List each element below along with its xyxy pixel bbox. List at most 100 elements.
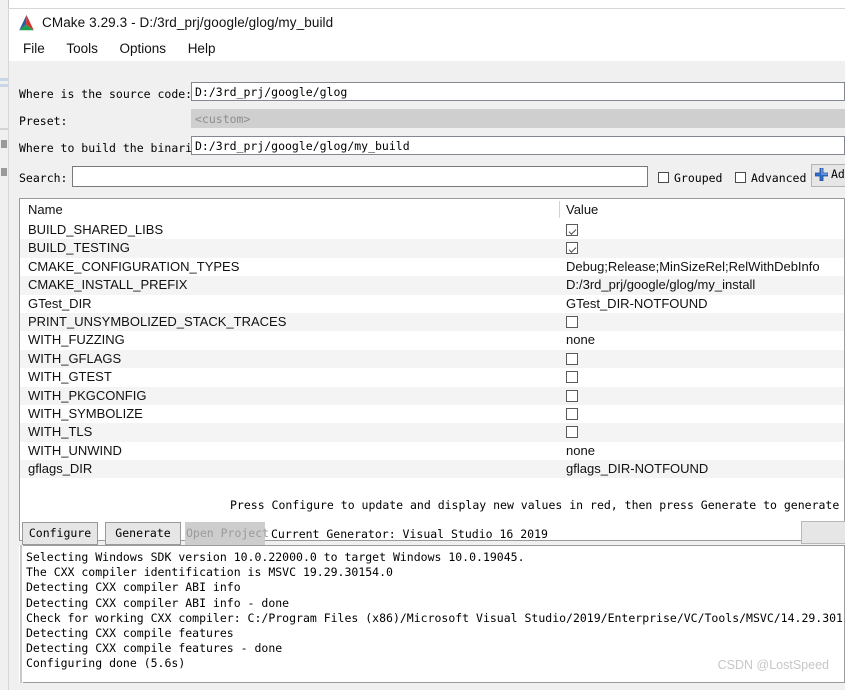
log-line: Selecting Windows SDK version 10.0.22000… xyxy=(26,550,525,564)
preset-select[interactable]: <custom> xyxy=(191,109,845,128)
table-row[interactable]: WITH_FUZZING none xyxy=(20,331,844,349)
table-row[interactable]: PRINT_UNSYMBOLIZED_STACK_TRACES xyxy=(20,312,844,332)
cache-entry-value[interactable] xyxy=(566,222,578,239)
table-body: BUILD_SHARED_LIBS BUILD_TESTING CMAKE_CONF… xyxy=(20,221,844,479)
cache-entry-value[interactable] xyxy=(566,406,578,423)
cache-entry-value[interactable] xyxy=(566,351,578,368)
table-row[interactable]: BUILD_TESTING xyxy=(20,239,844,258)
checkbox-checked-icon[interactable] xyxy=(566,242,578,255)
source-code-label: Where is the source code: xyxy=(19,87,193,101)
cache-entry-value[interactable]: none xyxy=(566,443,595,458)
table-row[interactable]: CMAKE_CONFIGURATION_TYPES Debug;Release;M… xyxy=(20,258,844,276)
table-row[interactable]: WITH_PKGCONFIG xyxy=(20,386,844,405)
table-row[interactable]: WITH_SYMBOLIZE xyxy=(20,405,844,423)
cache-entry-name: WITH_GTEST xyxy=(28,369,112,385)
advanced-checkbox[interactable]: Advanced xyxy=(735,171,806,185)
search-label: Search: xyxy=(19,171,68,185)
cache-entry-name: BUILD_TESTING xyxy=(28,240,130,256)
cache-entry-value[interactable] xyxy=(566,388,578,405)
log-line: Detecting CXX compile features - done xyxy=(26,641,283,656)
advanced-checkbox-box[interactable] xyxy=(735,172,746,183)
log-line: Detecting CXX compiler ABI info xyxy=(26,580,241,595)
log-line: Detecting CXX compile features xyxy=(26,626,234,641)
checkbox-unchecked-icon[interactable] xyxy=(566,389,578,402)
cache-entry-value[interactable] xyxy=(566,369,578,386)
cache-entry-value[interactable]: GTest_DIR-NOTFOUND xyxy=(566,296,708,311)
title-bar: CMake 3.29.3 - D:/3rd_prj/google/glog/my… xyxy=(9,9,845,39)
current-generator-label: Current Generator: Visual Studio 16 2019 xyxy=(271,527,548,541)
configure-button[interactable]: Configure xyxy=(22,522,98,545)
column-header-value[interactable]: Value xyxy=(566,202,598,217)
cache-entry-value[interactable] xyxy=(566,240,578,257)
cache-entries-table[interactable]: Name Value BUILD_SHARED_LIBS BUILD_TESTIN… xyxy=(19,198,845,541)
search-input[interactable] xyxy=(72,166,648,187)
table-header-row: Name Value xyxy=(20,199,844,221)
watermark: CSDN @LostSpeed xyxy=(717,658,829,672)
source-code-input[interactable]: D:/3rd_prj/google/glog xyxy=(191,82,845,101)
advanced-checkbox-label: Advanced xyxy=(751,171,807,185)
cache-entry-name: PRINT_UNSYMBOLIZED_STACK_TRACES xyxy=(28,313,287,329)
cache-entry-name: WITH_UNWIND xyxy=(28,442,122,458)
menu-item-file[interactable]: File xyxy=(17,39,55,58)
cache-entry-name: CMAKE_CONFIGURATION_TYPES xyxy=(28,258,240,274)
cache-entry-name: WITH_SYMBOLIZE xyxy=(28,405,143,421)
menu-bar[interactable]: File Tools Options Help xyxy=(9,39,845,61)
cache-entry-name: CMAKE_INSTALL_PREFIX xyxy=(28,277,188,293)
extra-button[interactable] xyxy=(801,521,845,544)
checkbox-unchecked-icon[interactable] xyxy=(566,426,578,439)
grouped-checkbox-box[interactable] xyxy=(658,172,669,183)
main-panel: Where is the source code: D:/3rd_prj/goo… xyxy=(9,61,845,690)
generate-button[interactable]: Generate xyxy=(105,522,181,545)
table-row[interactable]: WITH_TLS xyxy=(20,423,844,442)
background-window-mark xyxy=(1,140,7,148)
preset-label: Preset: xyxy=(19,114,68,128)
background-window-mark xyxy=(1,168,7,176)
add-entry-button[interactable]: Add xyxy=(811,164,845,187)
cache-entry-value[interactable]: none xyxy=(566,332,595,347)
cache-entry-name: gflags_DIR xyxy=(28,461,93,477)
checkbox-unchecked-icon[interactable] xyxy=(566,352,578,365)
table-row[interactable]: GTest_DIR GTest_DIR-NOTFOUND xyxy=(20,295,844,313)
log-line: Check for working CXX compiler: C:/Progr… xyxy=(26,610,843,625)
build-dir-label: Where to build the binaries: xyxy=(19,141,213,155)
checkbox-unchecked-icon[interactable] xyxy=(566,407,578,420)
column-header-name[interactable]: Name xyxy=(28,202,63,217)
checkbox-unchecked-icon[interactable] xyxy=(566,371,578,384)
table-row[interactable]: WITH_GFLAGS xyxy=(20,349,844,369)
background-window-stripe xyxy=(0,78,8,81)
screenshot-root: CMake 3.29.3 - D:/3rd_prj/google/glog/my… xyxy=(0,0,845,690)
cache-entry-name: WITH_PKGCONFIG xyxy=(28,387,147,403)
add-entry-button-label: Add xyxy=(831,167,845,181)
menu-item-help[interactable]: Help xyxy=(180,39,226,58)
column-divider[interactable] xyxy=(559,201,560,218)
menu-item-options[interactable]: Options xyxy=(112,39,177,58)
grouped-checkbox-label: Grouped xyxy=(674,171,723,185)
cache-entry-value[interactable]: D:/3rd_prj/google/glog/my_install xyxy=(566,277,755,292)
open-project-button[interactable]: Open Project xyxy=(185,522,269,545)
cache-entry-name: WITH_FUZZING xyxy=(28,332,125,348)
checkbox-unchecked-icon[interactable] xyxy=(566,315,578,328)
checkbox-checked-icon[interactable] xyxy=(566,224,578,236)
table-row[interactable]: CMAKE_INSTALL_PREFIX D:/3rd_prj/google/gl… xyxy=(20,276,844,295)
cache-entry-value[interactable]: Debug;Release;MinSizeRel;RelWithDebInfo xyxy=(566,259,820,274)
configure-hint: Press Configure to update and display ne… xyxy=(230,498,845,512)
cache-entry-value[interactable] xyxy=(566,314,578,331)
cache-entry-name: BUILD_SHARED_LIBS xyxy=(28,222,164,237)
table-row[interactable]: gflags_DIR gflags_DIR-NOTFOUND xyxy=(20,460,844,479)
log-line: The CXX compiler identification is MSVC … xyxy=(26,565,393,580)
table-row[interactable]: WITH_UNWIND none xyxy=(20,442,844,460)
log-line: Detecting CXX compiler ABI info - done xyxy=(26,595,290,610)
grouped-checkbox[interactable]: Grouped xyxy=(658,171,722,185)
table-row[interactable]: BUILD_SHARED_LIBS xyxy=(20,221,844,239)
cache-entry-name: WITH_GFLAGS xyxy=(28,350,122,366)
window-title: CMake 3.29.3 - D:/3rd_prj/google/glog/my… xyxy=(42,15,334,30)
background-window-stripe xyxy=(0,128,8,130)
table-row[interactable]: WITH_GTEST xyxy=(20,368,844,386)
cmake-logo-icon xyxy=(17,15,36,32)
cmake-gui-window: CMake 3.29.3 - D:/3rd_prj/google/glog/my… xyxy=(8,8,845,690)
cache-entry-name: WITH_TLS xyxy=(28,424,93,440)
cache-entry-value[interactable] xyxy=(566,424,578,441)
menu-item-tools[interactable]: Tools xyxy=(58,39,108,58)
build-dir-input[interactable]: D:/3rd_prj/google/glog/my_build xyxy=(191,136,845,155)
cache-entry-value[interactable]: gflags_DIR-NOTFOUND xyxy=(566,461,708,476)
